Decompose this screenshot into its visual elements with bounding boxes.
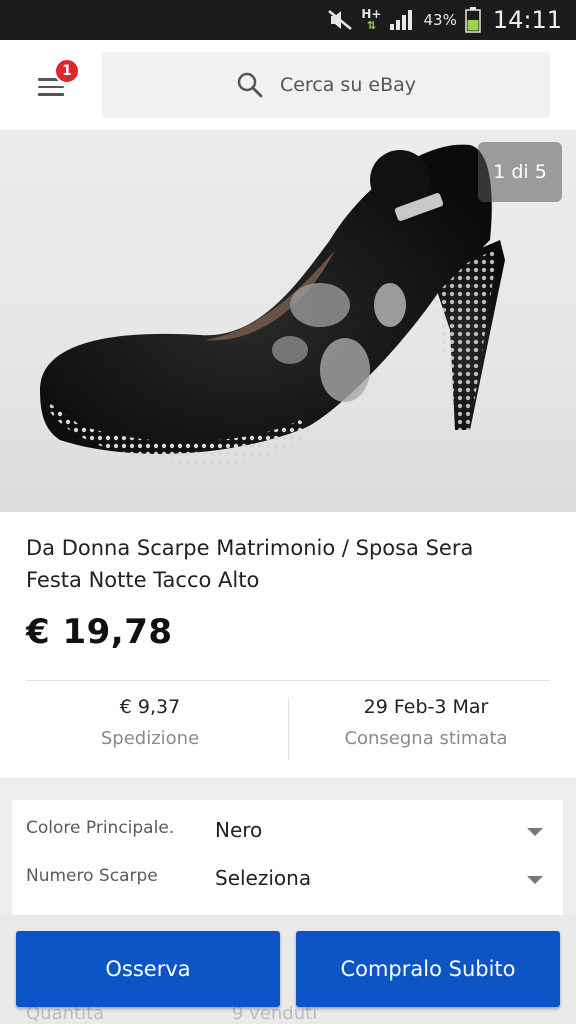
search-placeholder: Cerca su eBay — [279, 74, 417, 96]
notification-badge: 1 — [54, 58, 80, 84]
buy-now-button[interactable]: Compralo Subito — [296, 931, 560, 1007]
variant-label: Colore Principale. — [26, 818, 175, 838]
battery-icon — [465, 7, 481, 33]
shipping-label: Spedizione — [100, 728, 200, 749]
watch-button[interactable]: Osserva — [16, 931, 280, 1007]
shipping-info: € 9,37 Spedizione — [26, 696, 274, 749]
delivery-info: 29 Feb-3 Mar Consegna stimata — [300, 696, 552, 749]
listing-summary: Da Donna Scarpe Matrimonio / Sposa Sera … — [0, 512, 576, 778]
listing-title: Da Donna Scarpe Matrimonio / Sposa Sera … — [26, 536, 474, 592]
variant-value: Nero — [215, 818, 263, 842]
product-image-gallery[interactable]: 1 di 5 — [0, 130, 576, 512]
search-icon — [237, 72, 263, 98]
delivery-value: 29 Feb-3 Mar — [363, 696, 489, 718]
image-counter: 1 di 5 — [478, 142, 562, 202]
battery-percent: 43% — [423, 11, 457, 29]
variant-value: Seleziona — [215, 866, 312, 890]
signal-icon — [390, 10, 413, 30]
shipping-value: € 9,37 — [119, 696, 181, 718]
variant-selectors: Colore Principale. Nero Numero Scarpe Se… — [12, 800, 563, 915]
variant-label: Numero Scarpe — [26, 866, 158, 886]
mute-icon — [328, 10, 353, 30]
app-bar: 1 Cerca su eBay — [0, 40, 576, 130]
delivery-label: Consegna stimata — [344, 728, 508, 749]
listing-price: € 19,78 — [26, 612, 173, 652]
color-selector[interactable]: Colore Principale. Nero — [12, 810, 563, 858]
status-bar: H+ ⇅ 43% 14:11 — [0, 0, 576, 40]
info-separator — [288, 698, 289, 760]
search-bar[interactable]: Cerca su eBay — [102, 52, 550, 118]
dropdown-arrow-icon — [527, 876, 543, 884]
size-selector[interactable]: Numero Scarpe Seleziona — [12, 858, 563, 906]
menu-button[interactable]: 1 — [28, 58, 80, 110]
dropdown-arrow-icon — [527, 828, 543, 836]
divider — [26, 680, 550, 681]
network-type-icon: H+ ⇅ — [361, 7, 382, 32]
clock: 14:11 — [492, 6, 562, 34]
